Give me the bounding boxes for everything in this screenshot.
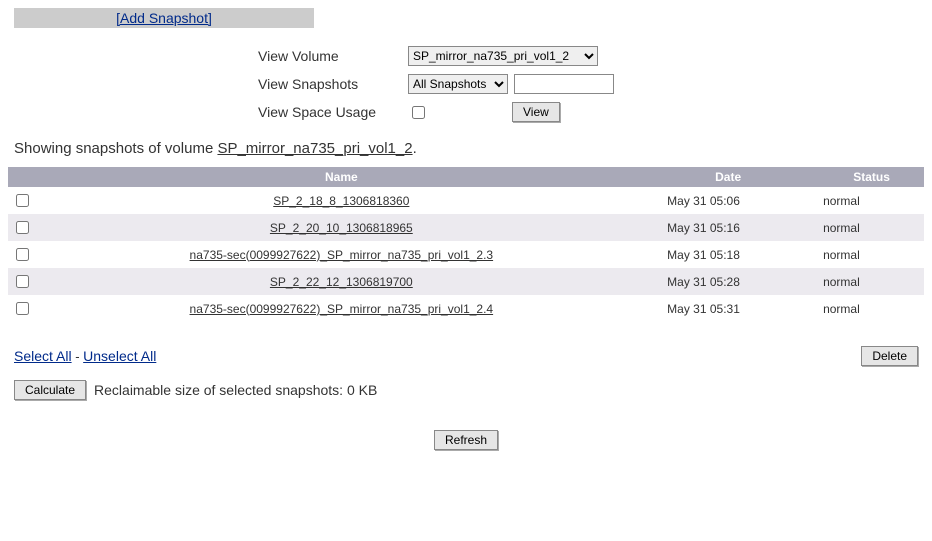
row-checkbox[interactable]	[16, 194, 29, 207]
reclaim-text: Reclaimable size of selected snapshots: …	[94, 382, 377, 398]
snapshot-date: May 31 05:31	[637, 295, 819, 322]
col-date: Date	[637, 167, 819, 187]
calculate-button[interactable]: Calculate	[14, 380, 86, 400]
table-row: SP_2_20_10_1306818965 May 31 05:16normal	[8, 214, 924, 241]
view-snapshots-select[interactable]: All Snapshots	[408, 74, 508, 94]
row-checkbox[interactable]	[16, 248, 29, 261]
showing-period: .	[413, 140, 417, 157]
view-space-usage-label: View Space Usage	[258, 104, 408, 120]
snapshot-name-link[interactable]: SP_2_20_10_1306818965	[270, 221, 413, 235]
row-checkbox[interactable]	[16, 275, 29, 288]
snapshot-date: May 31 05:16	[637, 214, 819, 241]
snapshot-date: May 31 05:28	[637, 268, 819, 295]
view-snapshots-label: View Snapshots	[258, 76, 408, 92]
table-row: SP_2_22_12_1306819700 May 31 05:28normal	[8, 268, 924, 295]
snapshot-status: normal	[819, 268, 924, 295]
snapshot-status: normal	[819, 187, 924, 214]
refresh-button[interactable]: Refresh	[434, 430, 498, 450]
snapshot-name-link[interactable]: SP_2_18_8_1306818360	[273, 194, 409, 208]
showing-prefix: Showing snapshots of volume	[14, 140, 217, 157]
calc-row: Calculate Reclaimable size of selected s…	[8, 380, 924, 400]
snapshot-date: May 31 05:18	[637, 241, 819, 268]
showing-volume-link[interactable]: SP_mirror_na735_pri_vol1_2	[217, 140, 412, 157]
filter-row-space: View Space Usage View	[8, 102, 924, 122]
row-checkbox[interactable]	[16, 302, 29, 315]
table-row: na735-sec(0099927622)_SP_mirror_na735_pr…	[8, 295, 924, 322]
actions-row: Select All - Unselect All Delete	[8, 346, 924, 366]
snapshot-status: normal	[819, 295, 924, 322]
snapshot-date: May 31 05:06	[637, 187, 819, 214]
view-volume-select[interactable]: SP_mirror_na735_pri_vol1_2	[408, 46, 598, 66]
snapshot-status: normal	[819, 241, 924, 268]
view-button[interactable]: View	[512, 102, 560, 122]
snapshots-table: Name Date Status SP_2_18_8_1306818360 May…	[8, 167, 924, 322]
showing-text: Showing snapshots of volume SP_mirror_na…	[14, 140, 924, 157]
links-dash: -	[72, 349, 84, 364]
snapshot-name-link[interactable]: SP_2_22_12_1306819700	[270, 275, 413, 289]
view-snapshots-text[interactable]	[514, 74, 614, 94]
table-row: SP_2_18_8_1306818360 May 31 05:06normal	[8, 187, 924, 214]
select-all-link[interactable]: Select All	[14, 348, 72, 364]
row-checkbox[interactable]	[16, 221, 29, 234]
add-snapshot-link[interactable]: [Add Snapshot]	[116, 10, 212, 26]
view-space-usage-checkbox[interactable]	[412, 106, 425, 119]
filter-row-snapshots: View Snapshots All Snapshots	[8, 74, 924, 94]
col-status: Status	[819, 167, 924, 187]
top-bar: [Add Snapshot]	[14, 8, 314, 28]
table-row: na735-sec(0099927622)_SP_mirror_na735_pr…	[8, 241, 924, 268]
col-name: Name	[46, 167, 638, 187]
view-volume-label: View Volume	[258, 48, 408, 64]
snapshot-name-link[interactable]: na735-sec(0099927622)_SP_mirror_na735_pr…	[190, 248, 494, 262]
snapshot-status: normal	[819, 214, 924, 241]
delete-button[interactable]: Delete	[861, 346, 918, 366]
refresh-row: Refresh	[8, 430, 924, 450]
unselect-all-link[interactable]: Unselect All	[83, 348, 156, 364]
snapshot-name-link[interactable]: na735-sec(0099927622)_SP_mirror_na735_pr…	[190, 302, 494, 316]
filter-row-volume: View Volume SP_mirror_na735_pri_vol1_2	[8, 46, 924, 66]
